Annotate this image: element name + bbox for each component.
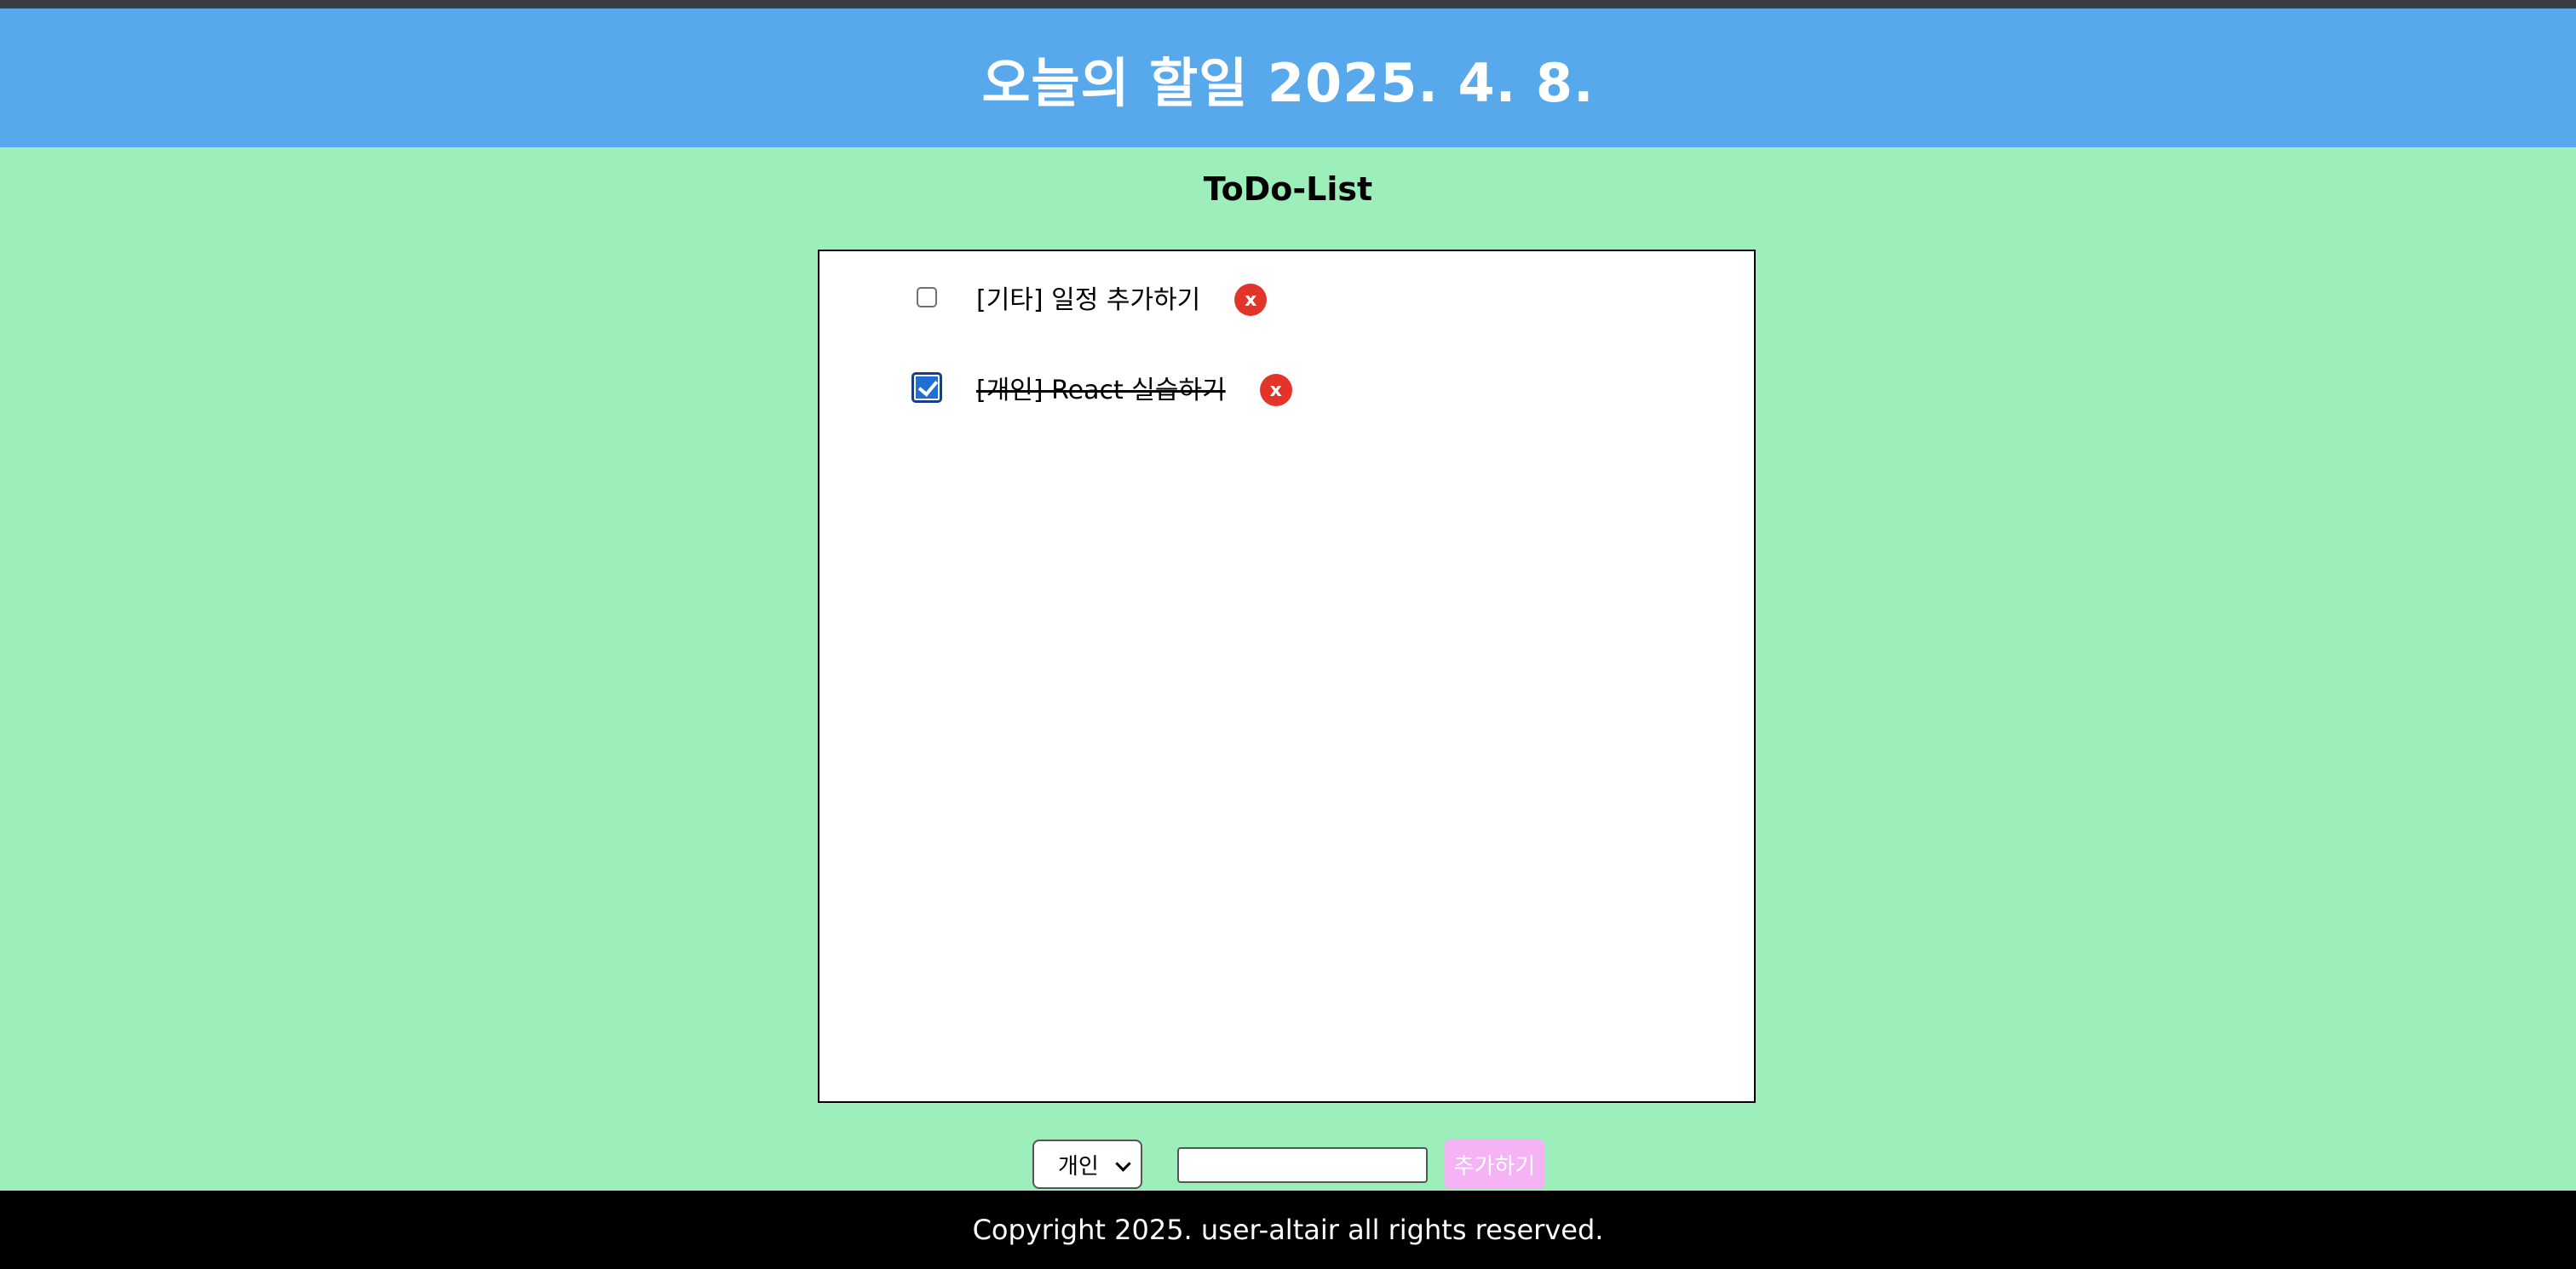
todo-text: [기타] 일정 추가하기 xyxy=(976,285,1201,315)
page: 오늘의 할일 2025. 4. 8. ToDo-List [기타] 일정 추가하… xyxy=(0,0,2576,1269)
todo-item: [기타] 일정 추가하기 x xyxy=(906,272,1268,323)
footer: Copyright 2025. user-altair all rights r… xyxy=(0,1191,2576,1269)
category-select[interactable]: 개인 xyxy=(1032,1140,1142,1189)
header: 오늘의 할일 2025. 4. 8. xyxy=(0,9,2576,147)
delete-button[interactable]: x xyxy=(1234,284,1268,316)
list-title: ToDo-List xyxy=(1203,170,1373,208)
add-button[interactable]: 추가하기 xyxy=(1445,1140,1544,1189)
add-todo-controls: 개인 추가하기 xyxy=(0,1140,2576,1191)
todo-text: [개인] React 실습하기 xyxy=(976,376,1226,405)
todo-item: [개인] React 실습하기 x xyxy=(906,362,1292,413)
top-strip xyxy=(0,0,2576,9)
todo-checkbox-checked[interactable] xyxy=(911,372,942,403)
header-title: 오늘의 할일 2025. 4. 8. xyxy=(981,51,1595,114)
todo-input[interactable] xyxy=(1177,1147,1428,1183)
todo-list: [기타] 일정 추가하기 x [개인] React 실습하기 x xyxy=(818,250,1756,1103)
todo-checkbox[interactable] xyxy=(917,287,937,307)
delete-button[interactable]: x xyxy=(1259,374,1292,406)
category-select-value: 개인 xyxy=(1058,1153,1099,1180)
chevron-down-icon xyxy=(1115,1156,1131,1172)
footer-copyright: Copyright 2025. user-altair all rights r… xyxy=(972,1214,1604,1246)
